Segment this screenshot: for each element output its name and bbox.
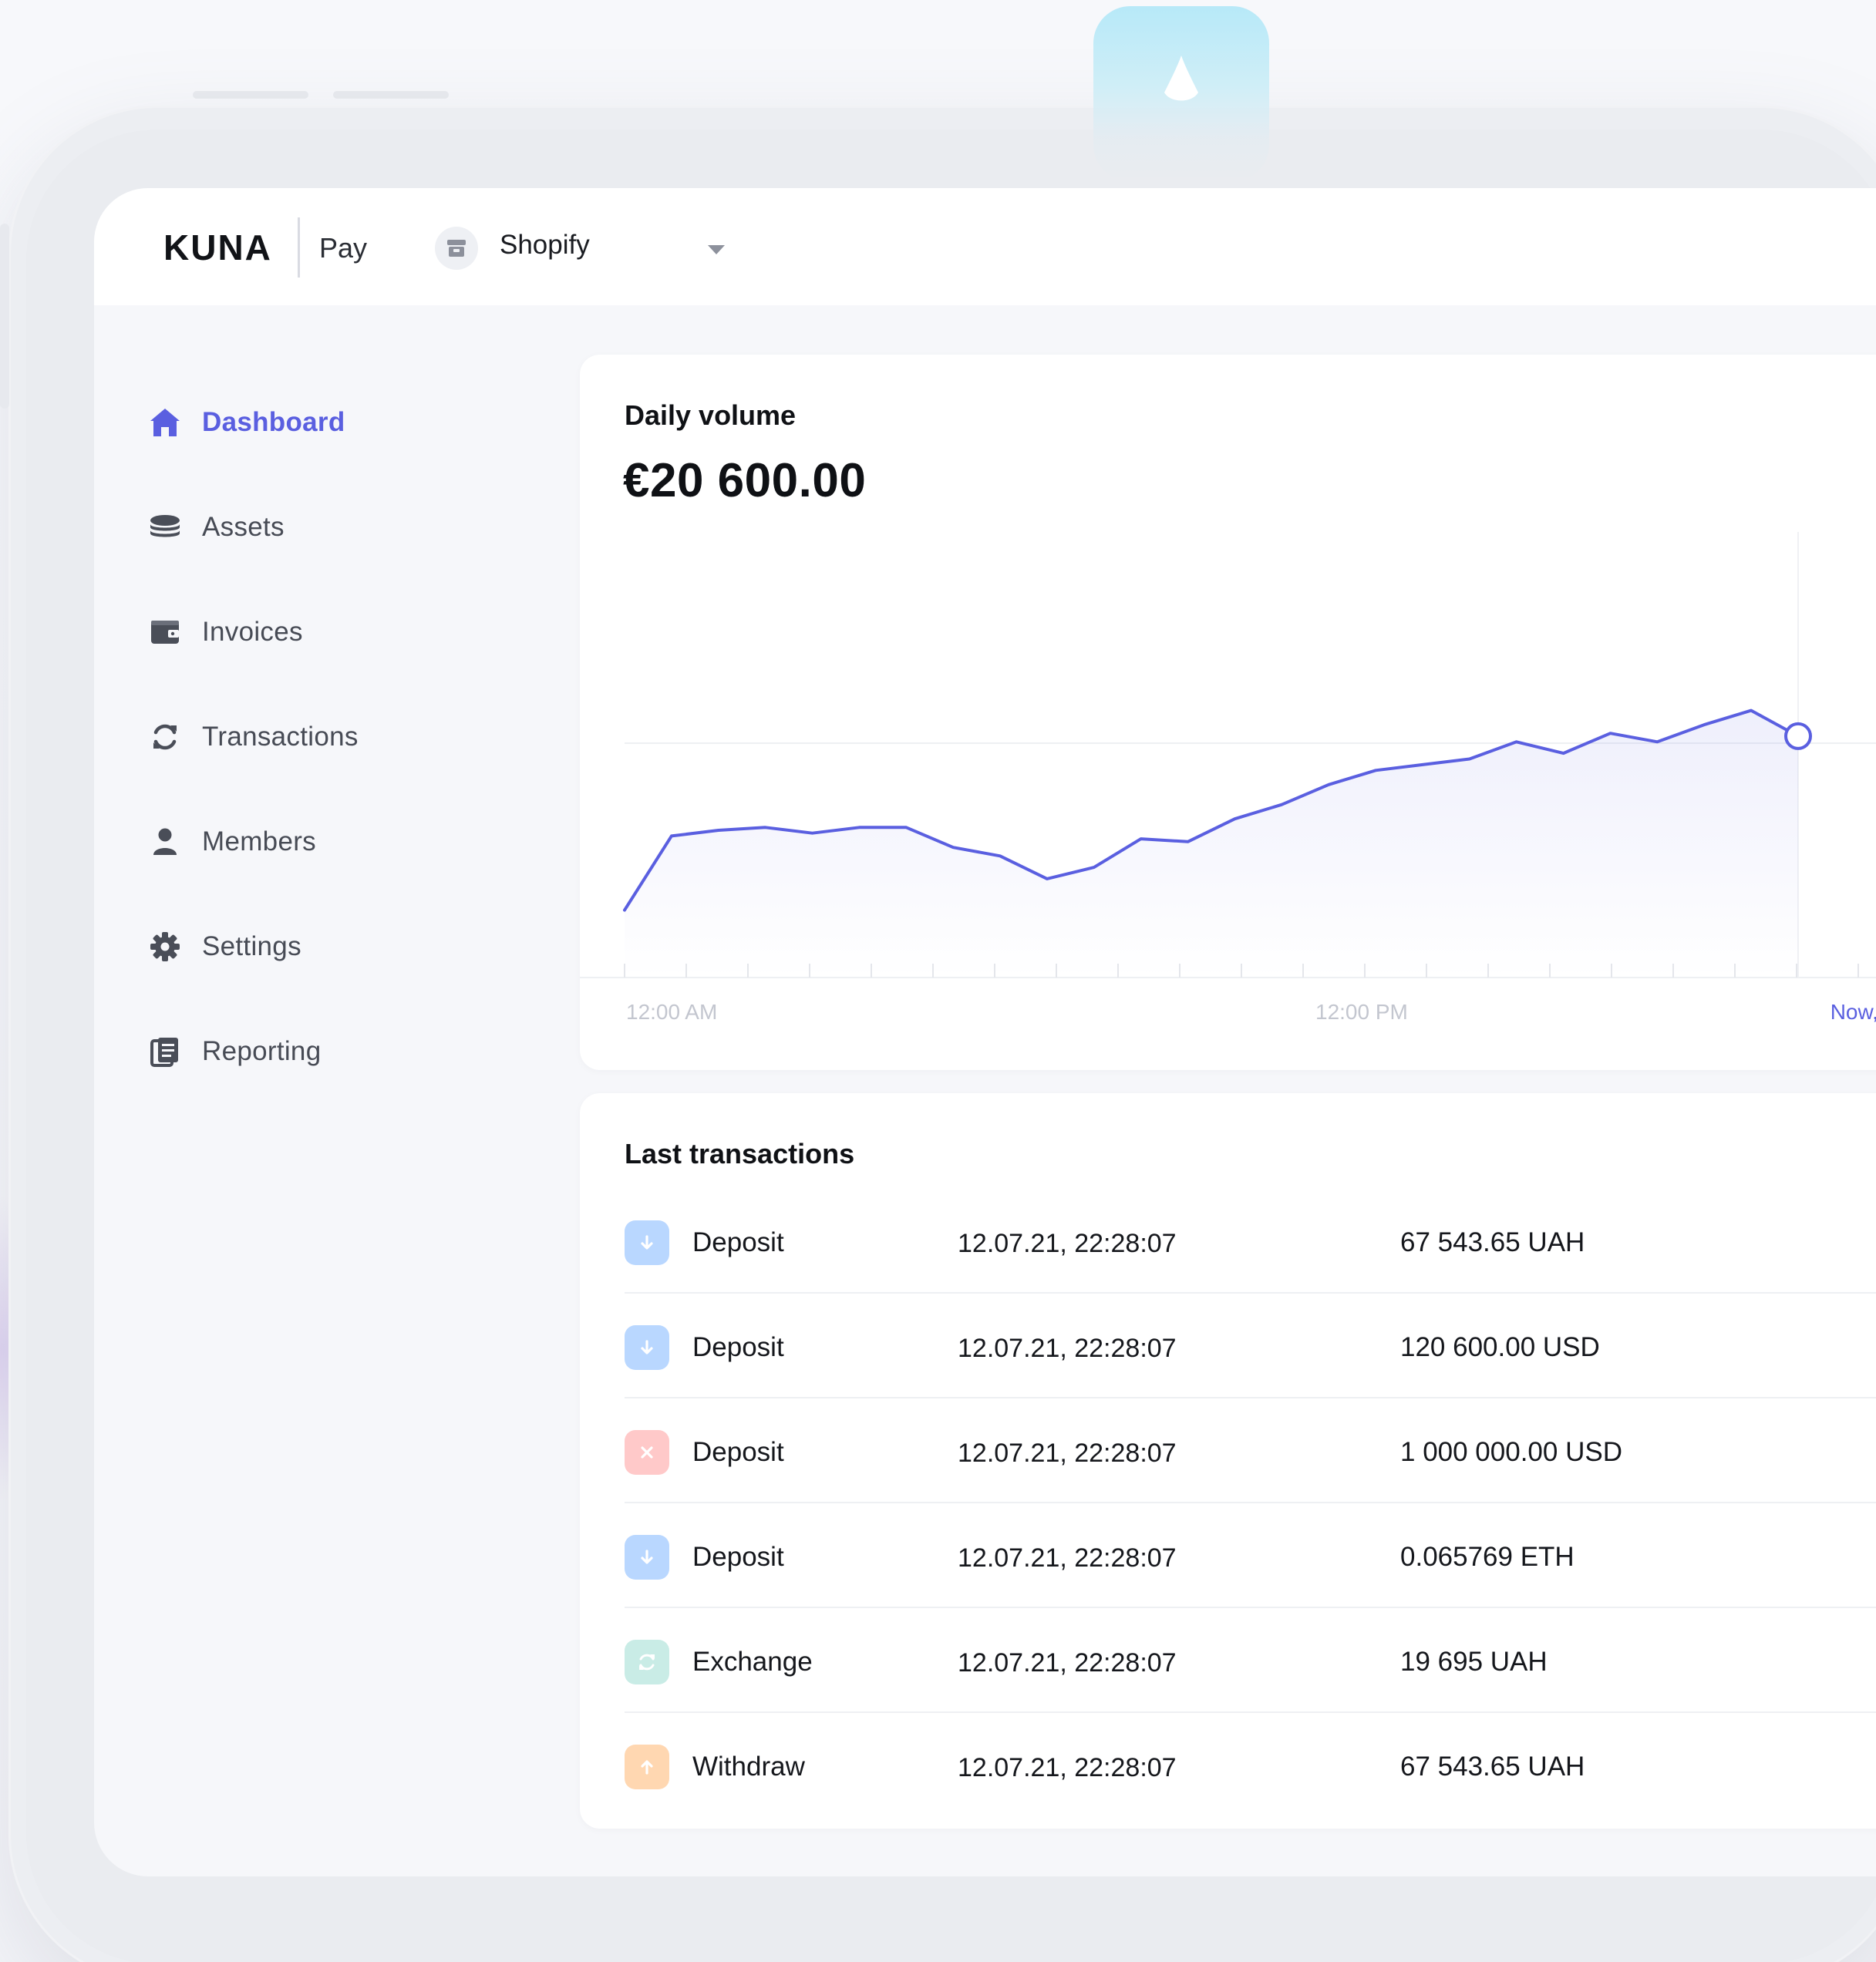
sidebar-item-members[interactable]: Members [148, 819, 316, 865]
sidebar-item-label: Assets [202, 512, 285, 542]
document-icon [148, 1035, 182, 1068]
app-icon-tile [1093, 6, 1269, 182]
app-screen: KUNA Pay Shopify Dashboard Assets Invoic… [94, 188, 1876, 1876]
transaction-amount: 67 543.65 UAH [1400, 1227, 1585, 1257]
sidebar-item-label: Dashboard [202, 407, 345, 437]
transaction-type: Exchange [692, 1647, 813, 1677]
arrow-down-icon [625, 1535, 669, 1580]
sidebar-item-assets[interactable]: Assets [148, 504, 285, 550]
cross-icon [625, 1430, 669, 1475]
wallet-icon [148, 615, 182, 649]
arrow-down-icon [625, 1325, 669, 1370]
brand-logo[interactable]: KUNA [163, 227, 272, 268]
sidebar-item-reporting[interactable]: Reporting [148, 1028, 321, 1075]
device-button [193, 91, 308, 99]
table-row[interactable]: Withdraw 12.07.21, 22:28:07 67 543.65 UA… [625, 1713, 1876, 1818]
sidebar-item-invoices[interactable]: Invoices [148, 609, 303, 655]
daily-volume-card: Daily volume €20 600.00 12:00 AM 12:00 P… [580, 355, 1876, 1070]
arrow-up-icon [625, 1745, 669, 1789]
sidebar-item-label: Reporting [202, 1036, 322, 1066]
transaction-amount: 0.065769 ETH [1400, 1542, 1575, 1572]
table-row[interactable]: Deposit 12.07.21, 22:28:07 120 600.00 US… [625, 1294, 1876, 1398]
sidebar-item-dashboard[interactable]: Dashboard [148, 399, 345, 446]
transaction-type: Deposit [692, 1542, 784, 1572]
table-row[interactable]: Exchange 12.07.21, 22:28:07 19 695 UAH [625, 1608, 1876, 1713]
transaction-date: 12.07.21, 22:28:07 [958, 1439, 1177, 1468]
x-tick-label: 12:00 PM [1315, 1000, 1408, 1024]
transaction-date: 12.07.21, 22:28:07 [958, 1648, 1177, 1678]
x-tick-label-now: Now, 8:00 PM [1831, 1000, 1876, 1024]
sidebar-item-transactions[interactable]: Transactions [148, 714, 359, 760]
transaction-date: 12.07.21, 22:28:07 [958, 1334, 1177, 1363]
transaction-date: 12.07.21, 22:28:07 [958, 1753, 1177, 1782]
store-icon[interactable] [435, 227, 478, 270]
transaction-date: 12.07.21, 22:28:07 [958, 1543, 1177, 1573]
chevron-down-icon[interactable] [708, 245, 725, 254]
coins-icon [148, 510, 182, 544]
brand-product: Pay [319, 232, 368, 264]
transaction-type: Deposit [692, 1227, 784, 1257]
transaction-type: Deposit [692, 1332, 784, 1362]
arrow-down-icon [625, 1220, 669, 1265]
series-area [625, 710, 1798, 978]
current-point[interactable] [1784, 722, 1812, 750]
drop-icon [1164, 56, 1198, 101]
top-bar: KUNA Pay Shopify [94, 188, 1876, 305]
home-icon [148, 406, 182, 439]
sidebar-item-label: Members [202, 826, 316, 856]
logo-divider [298, 217, 300, 278]
user-icon [148, 825, 182, 859]
device-button [333, 91, 449, 99]
x-tick-label: 12:00 AM [626, 1000, 717, 1024]
transaction-amount: 67 543.65 UAH [1400, 1752, 1585, 1782]
store-selector[interactable]: Shopify [500, 230, 590, 261]
sidebar-item-settings[interactable]: Settings [148, 924, 301, 970]
sidebar-item-label: Settings [202, 931, 301, 961]
last-transactions-card: Last transactions Deposit 12.07.21, 22:2… [580, 1093, 1876, 1829]
sidebar: Dashboard Assets Invoices Transactions M… [94, 305, 572, 1876]
table-row[interactable]: Deposit 12.07.21, 22:28:07 1 000 000.00 … [625, 1398, 1876, 1503]
daily-volume-chart[interactable]: 12:00 AM 12:00 PM Now, 8:00 PM [580, 355, 1876, 1070]
sync-icon [148, 720, 182, 754]
transaction-type: Withdraw [692, 1752, 805, 1782]
exchange-icon [625, 1640, 669, 1684]
transaction-amount: 1 000 000.00 USD [1400, 1437, 1622, 1467]
card-title: Last transactions [625, 1138, 855, 1169]
device-side-button [0, 224, 9, 409]
transaction-type: Deposit [692, 1437, 784, 1467]
transaction-date: 12.07.21, 22:28:07 [958, 1229, 1177, 1258]
transaction-amount: 19 695 UAH [1400, 1647, 1548, 1677]
gear-icon [148, 930, 182, 964]
table-row[interactable]: Deposit 12.07.21, 22:28:07 0.065769 ETH [625, 1503, 1876, 1608]
sidebar-item-label: Invoices [202, 617, 303, 647]
sidebar-item-label: Transactions [202, 722, 359, 752]
transaction-amount: 120 600.00 USD [1400, 1332, 1600, 1362]
device-mockup: KUNA Pay Shopify Dashboard Assets Invoic… [0, 0, 1876, 1962]
table-row[interactable]: Deposit 12.07.21, 22:28:07 67 543.65 UAH [625, 1189, 1876, 1294]
